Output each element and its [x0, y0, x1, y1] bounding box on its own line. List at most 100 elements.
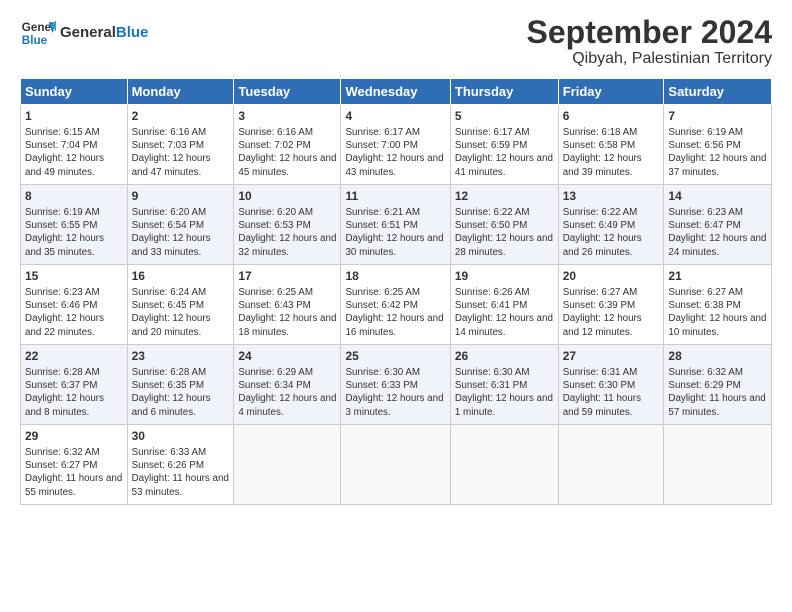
calendar-cell: 20Sunrise: 6:27 AMSunset: 6:39 PMDayligh…: [558, 265, 664, 345]
day-detail: Sunrise: 6:17 AMSunset: 7:00 PMDaylight:…: [345, 126, 445, 179]
day-number: 9: [132, 188, 230, 205]
calendar-cell: 3Sunrise: 6:16 AMSunset: 7:02 PMDaylight…: [234, 105, 341, 185]
logo-blue: Blue: [116, 24, 149, 41]
weekday-header-saturday: Saturday: [664, 79, 772, 105]
day-detail: Sunrise: 6:32 AMSunset: 6:27 PMDaylight:…: [25, 446, 123, 499]
day-number: 26: [455, 348, 554, 365]
weekday-header-monday: Monday: [127, 79, 234, 105]
main-title: September 2024: [527, 15, 772, 50]
calendar-cell: 17Sunrise: 6:25 AMSunset: 6:43 PMDayligh…: [234, 265, 341, 345]
day-number: 27: [563, 348, 660, 365]
day-detail: Sunrise: 6:23 AMSunset: 6:47 PMDaylight:…: [668, 206, 767, 259]
calendar-cell: [664, 425, 772, 505]
day-detail: Sunrise: 6:16 AMSunset: 7:03 PMDaylight:…: [132, 126, 230, 179]
calendar-cell: 23Sunrise: 6:28 AMSunset: 6:35 PMDayligh…: [127, 345, 234, 425]
day-detail: Sunrise: 6:32 AMSunset: 6:29 PMDaylight:…: [668, 366, 767, 419]
day-detail: Sunrise: 6:20 AMSunset: 6:54 PMDaylight:…: [132, 206, 230, 259]
day-detail: Sunrise: 6:18 AMSunset: 6:58 PMDaylight:…: [563, 126, 660, 179]
day-detail: Sunrise: 6:27 AMSunset: 6:38 PMDaylight:…: [668, 286, 767, 339]
day-detail: Sunrise: 6:27 AMSunset: 6:39 PMDaylight:…: [563, 286, 660, 339]
day-number: 11: [345, 188, 445, 205]
day-detail: Sunrise: 6:23 AMSunset: 6:46 PMDaylight:…: [25, 286, 123, 339]
calendar-cell: 12Sunrise: 6:22 AMSunset: 6:50 PMDayligh…: [450, 185, 558, 265]
day-detail: Sunrise: 6:33 AMSunset: 6:26 PMDaylight:…: [132, 446, 230, 499]
page-header: General Blue GeneralBlue September 2024 …: [20, 15, 772, 68]
calendar-cell: 25Sunrise: 6:30 AMSunset: 6:33 PMDayligh…: [341, 345, 450, 425]
day-detail: Sunrise: 6:19 AMSunset: 6:56 PMDaylight:…: [668, 126, 767, 179]
svg-text:Blue: Blue: [22, 34, 48, 47]
day-number: 3: [238, 108, 336, 125]
weekday-header-wednesday: Wednesday: [341, 79, 450, 105]
day-number: 5: [455, 108, 554, 125]
calendar-cell: 19Sunrise: 6:26 AMSunset: 6:41 PMDayligh…: [450, 265, 558, 345]
day-detail: Sunrise: 6:28 AMSunset: 6:35 PMDaylight:…: [132, 366, 230, 419]
calendar-cell: 4Sunrise: 6:17 AMSunset: 7:00 PMDaylight…: [341, 105, 450, 185]
day-detail: Sunrise: 6:29 AMSunset: 6:34 PMDaylight:…: [238, 366, 336, 419]
logo: General Blue GeneralBlue: [20, 15, 148, 51]
day-detail: Sunrise: 6:22 AMSunset: 6:50 PMDaylight:…: [455, 206, 554, 259]
calendar-cell: 26Sunrise: 6:30 AMSunset: 6:31 PMDayligh…: [450, 345, 558, 425]
day-detail: Sunrise: 6:31 AMSunset: 6:30 PMDaylight:…: [563, 366, 660, 419]
logo-general: General: [60, 24, 116, 41]
day-number: 29: [25, 428, 123, 445]
calendar-table: SundayMondayTuesdayWednesdayThursdayFrid…: [20, 78, 772, 505]
weekday-header-friday: Friday: [558, 79, 664, 105]
weekday-header-tuesday: Tuesday: [234, 79, 341, 105]
day-number: 2: [132, 108, 230, 125]
calendar-cell: 6Sunrise: 6:18 AMSunset: 6:58 PMDaylight…: [558, 105, 664, 185]
calendar-cell: 8Sunrise: 6:19 AMSunset: 6:55 PMDaylight…: [21, 185, 128, 265]
day-number: 7: [668, 108, 767, 125]
calendar-cell: [234, 425, 341, 505]
day-detail: Sunrise: 6:16 AMSunset: 7:02 PMDaylight:…: [238, 126, 336, 179]
calendar-cell: 14Sunrise: 6:23 AMSunset: 6:47 PMDayligh…: [664, 185, 772, 265]
title-block: September 2024 Qibyah, Palestinian Terri…: [527, 15, 772, 68]
day-number: 13: [563, 188, 660, 205]
calendar-cell: 24Sunrise: 6:29 AMSunset: 6:34 PMDayligh…: [234, 345, 341, 425]
day-number: 20: [563, 268, 660, 285]
calendar-cell: 7Sunrise: 6:19 AMSunset: 6:56 PMDaylight…: [664, 105, 772, 185]
day-number: 25: [345, 348, 445, 365]
calendar-cell: 16Sunrise: 6:24 AMSunset: 6:45 PMDayligh…: [127, 265, 234, 345]
calendar-cell: 15Sunrise: 6:23 AMSunset: 6:46 PMDayligh…: [21, 265, 128, 345]
day-number: 15: [25, 268, 123, 285]
calendar-cell: 2Sunrise: 6:16 AMSunset: 7:03 PMDaylight…: [127, 105, 234, 185]
day-detail: Sunrise: 6:28 AMSunset: 6:37 PMDaylight:…: [25, 366, 123, 419]
calendar-cell: 1Sunrise: 6:15 AMSunset: 7:04 PMDaylight…: [21, 105, 128, 185]
calendar-cell: 27Sunrise: 6:31 AMSunset: 6:30 PMDayligh…: [558, 345, 664, 425]
day-detail: Sunrise: 6:26 AMSunset: 6:41 PMDaylight:…: [455, 286, 554, 339]
day-detail: Sunrise: 6:30 AMSunset: 6:33 PMDaylight:…: [345, 366, 445, 419]
day-detail: Sunrise: 6:30 AMSunset: 6:31 PMDaylight:…: [455, 366, 554, 419]
day-number: 8: [25, 188, 123, 205]
day-detail: Sunrise: 6:15 AMSunset: 7:04 PMDaylight:…: [25, 126, 123, 179]
day-detail: Sunrise: 6:25 AMSunset: 6:42 PMDaylight:…: [345, 286, 445, 339]
calendar-cell: 10Sunrise: 6:20 AMSunset: 6:53 PMDayligh…: [234, 185, 341, 265]
calendar-cell: 13Sunrise: 6:22 AMSunset: 6:49 PMDayligh…: [558, 185, 664, 265]
day-number: 18: [345, 268, 445, 285]
day-detail: Sunrise: 6:25 AMSunset: 6:43 PMDaylight:…: [238, 286, 336, 339]
day-detail: Sunrise: 6:24 AMSunset: 6:45 PMDaylight:…: [132, 286, 230, 339]
calendar-cell: 29Sunrise: 6:32 AMSunset: 6:27 PMDayligh…: [21, 425, 128, 505]
day-detail: Sunrise: 6:22 AMSunset: 6:49 PMDaylight:…: [563, 206, 660, 259]
day-number: 4: [345, 108, 445, 125]
calendar-cell: 5Sunrise: 6:17 AMSunset: 6:59 PMDaylight…: [450, 105, 558, 185]
day-number: 17: [238, 268, 336, 285]
weekday-header-sunday: Sunday: [21, 79, 128, 105]
calendar-cell: [341, 425, 450, 505]
day-number: 10: [238, 188, 336, 205]
day-number: 6: [563, 108, 660, 125]
day-number: 19: [455, 268, 554, 285]
calendar-cell: 30Sunrise: 6:33 AMSunset: 6:26 PMDayligh…: [127, 425, 234, 505]
day-detail: Sunrise: 6:20 AMSunset: 6:53 PMDaylight:…: [238, 206, 336, 259]
day-number: 30: [132, 428, 230, 445]
calendar-cell: [450, 425, 558, 505]
day-number: 1: [25, 108, 123, 125]
calendar-cell: [558, 425, 664, 505]
day-detail: Sunrise: 6:21 AMSunset: 6:51 PMDaylight:…: [345, 206, 445, 259]
calendar-cell: 11Sunrise: 6:21 AMSunset: 6:51 PMDayligh…: [341, 185, 450, 265]
sub-title: Qibyah, Palestinian Territory: [527, 50, 772, 68]
day-number: 21: [668, 268, 767, 285]
calendar-cell: 22Sunrise: 6:28 AMSunset: 6:37 PMDayligh…: [21, 345, 128, 425]
calendar-cell: 21Sunrise: 6:27 AMSunset: 6:38 PMDayligh…: [664, 265, 772, 345]
day-number: 23: [132, 348, 230, 365]
day-number: 14: [668, 188, 767, 205]
